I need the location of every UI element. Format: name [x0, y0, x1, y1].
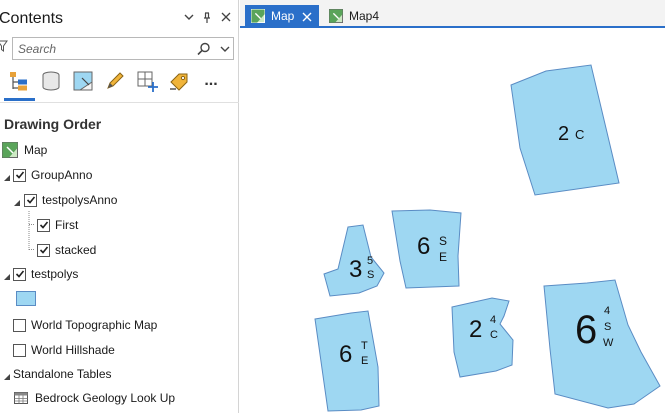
- layer-label-first: First: [55, 218, 79, 232]
- search-box: [12, 37, 234, 60]
- anno-24c-sub-bottom: C: [490, 329, 498, 341]
- selection-icon[interactable]: [70, 68, 96, 94]
- expand-testpolys-anno-icon[interactable]: [13, 196, 21, 206]
- group-anno-checkbox[interactable]: [13, 168, 26, 182]
- anno-64sw-sub-top: 4: [604, 305, 611, 317]
- tab-map-label: Map: [271, 8, 295, 23]
- anno-35s-sub-top: 5: [367, 255, 374, 267]
- layer-row-world-hillshade[interactable]: World Hillshade: [13, 340, 115, 360]
- search-input[interactable]: [18, 40, 188, 57]
- map-view[interactable]: 2 C 6 S E 3 5 S 6 T E 2 4 C 6 4 S W: [240, 30, 665, 413]
- anno-6te-sub-top: T: [361, 340, 368, 352]
- layer-label-testpolys-anno: testpolysAnno: [42, 193, 118, 207]
- pencil-icon[interactable]: [102, 68, 128, 94]
- layer-row-testpolys-anno[interactable]: testpolysAnno: [24, 190, 117, 210]
- layer-row-first[interactable]: First: [37, 215, 78, 235]
- anno-64sw-sub-mid: S: [604, 321, 612, 333]
- pin-icon[interactable]: [200, 12, 214, 26]
- table-row-bedrock-geology[interactable]: Bedrock Geology Look Up: [14, 388, 175, 408]
- layer-label-group-anno: GroupAnno: [31, 168, 93, 182]
- world-hillshade-checkbox[interactable]: [13, 343, 26, 357]
- map-icon: [2, 142, 18, 158]
- layer-label-world-hillshade: World Hillshade: [31, 343, 115, 357]
- tab-map4[interactable]: Map4: [323, 5, 393, 26]
- anno-2c-main: 2: [558, 123, 570, 145]
- drawing-order-icon[interactable]: [6, 68, 32, 94]
- expand-testpolys-icon[interactable]: [3, 270, 11, 280]
- anno-6te-sub-bottom: E: [361, 355, 369, 367]
- stacked-checkbox[interactable]: [37, 243, 50, 257]
- search-dropdown-chevron-icon[interactable]: [219, 43, 231, 55]
- first-checkbox[interactable]: [37, 218, 50, 232]
- search-icon[interactable]: [197, 42, 211, 56]
- label-tag-icon[interactable]: [166, 68, 192, 94]
- table-label-bedrock-geology: Bedrock Geology Look Up: [35, 391, 176, 405]
- anno-64sw-main: 6: [575, 308, 598, 352]
- expand-group-anno-icon[interactable]: [3, 171, 11, 181]
- anno-6se-main: 6: [417, 233, 431, 260]
- anno-6te-main: 6: [339, 341, 353, 368]
- tab-map4-label: Map4: [349, 8, 380, 23]
- map-icon: [329, 8, 343, 23]
- close-tab-icon[interactable]: [302, 11, 312, 21]
- standalone-tables-header[interactable]: Standalone Tables: [13, 364, 112, 384]
- anno-2c-sub: C: [575, 127, 585, 142]
- table-icon: [14, 392, 28, 404]
- filter-icon[interactable]: [0, 39, 8, 53]
- layer-label-world-topographic: World Topographic Map: [31, 318, 158, 332]
- layer-label-stacked: stacked: [55, 243, 97, 257]
- data-source-icon[interactable]: [38, 68, 64, 94]
- layer-row-map[interactable]: Map: [2, 140, 47, 160]
- contents-header: Contents: [0, 8, 239, 32]
- layer-row-world-topographic[interactable]: World Topographic Map: [13, 315, 157, 335]
- layer-label-testpolys: testpolys: [31, 267, 79, 281]
- map-tab-bar: Map Map4: [240, 0, 665, 28]
- map-canvas: [314, 64, 661, 412]
- layer-row-testpolys[interactable]: testpolys: [13, 264, 78, 284]
- anno-64sw-sub-bottom: W: [603, 337, 614, 349]
- polygon-24c[interactable]: [451, 297, 514, 378]
- layer-row-group-anno[interactable]: GroupAnno: [13, 165, 92, 185]
- toolbar-divider: [0, 102, 239, 103]
- polygon-64sw[interactable]: [543, 279, 661, 409]
- testpolys-anno-checkbox[interactable]: [24, 193, 37, 207]
- anno-6se-sub-top: S: [439, 234, 448, 248]
- testpolys-checkbox[interactable]: [13, 267, 26, 281]
- expand-standalone-tables-icon[interactable]: [3, 370, 11, 380]
- anno-6se-sub-bottom: E: [439, 250, 448, 264]
- drawing-order-title: Drawing Order: [4, 116, 102, 132]
- anno-35s-main: 3: [349, 256, 363, 283]
- testpolys-symbol-swatch[interactable]: [16, 291, 36, 306]
- map-icon: [251, 8, 265, 23]
- anno-35s-sub-bottom: S: [367, 269, 375, 281]
- layer-label-map: Map: [24, 143, 48, 157]
- snapping-icon[interactable]: [134, 68, 160, 94]
- layer-row-stacked[interactable]: stacked: [37, 240, 96, 260]
- standalone-tables-title: Standalone Tables: [13, 367, 112, 381]
- pane-menu-chevron-icon[interactable]: [182, 12, 196, 26]
- more-icon[interactable]: ...: [198, 68, 224, 94]
- close-pane-icon[interactable]: [219, 12, 233, 26]
- contents-pane: Contents Search ... Drawing Order Map Gr…: [0, 0, 239, 413]
- anno-24c-main: 2: [469, 316, 483, 343]
- pane-title: Contents: [0, 10, 64, 27]
- active-tool-indicator: [4, 98, 35, 101]
- contents-toolbar: ...: [0, 66, 239, 102]
- tab-map[interactable]: Map: [245, 5, 319, 26]
- world-topographic-checkbox[interactable]: [13, 318, 26, 332]
- anno-24c-sub-top: 4: [490, 314, 497, 326]
